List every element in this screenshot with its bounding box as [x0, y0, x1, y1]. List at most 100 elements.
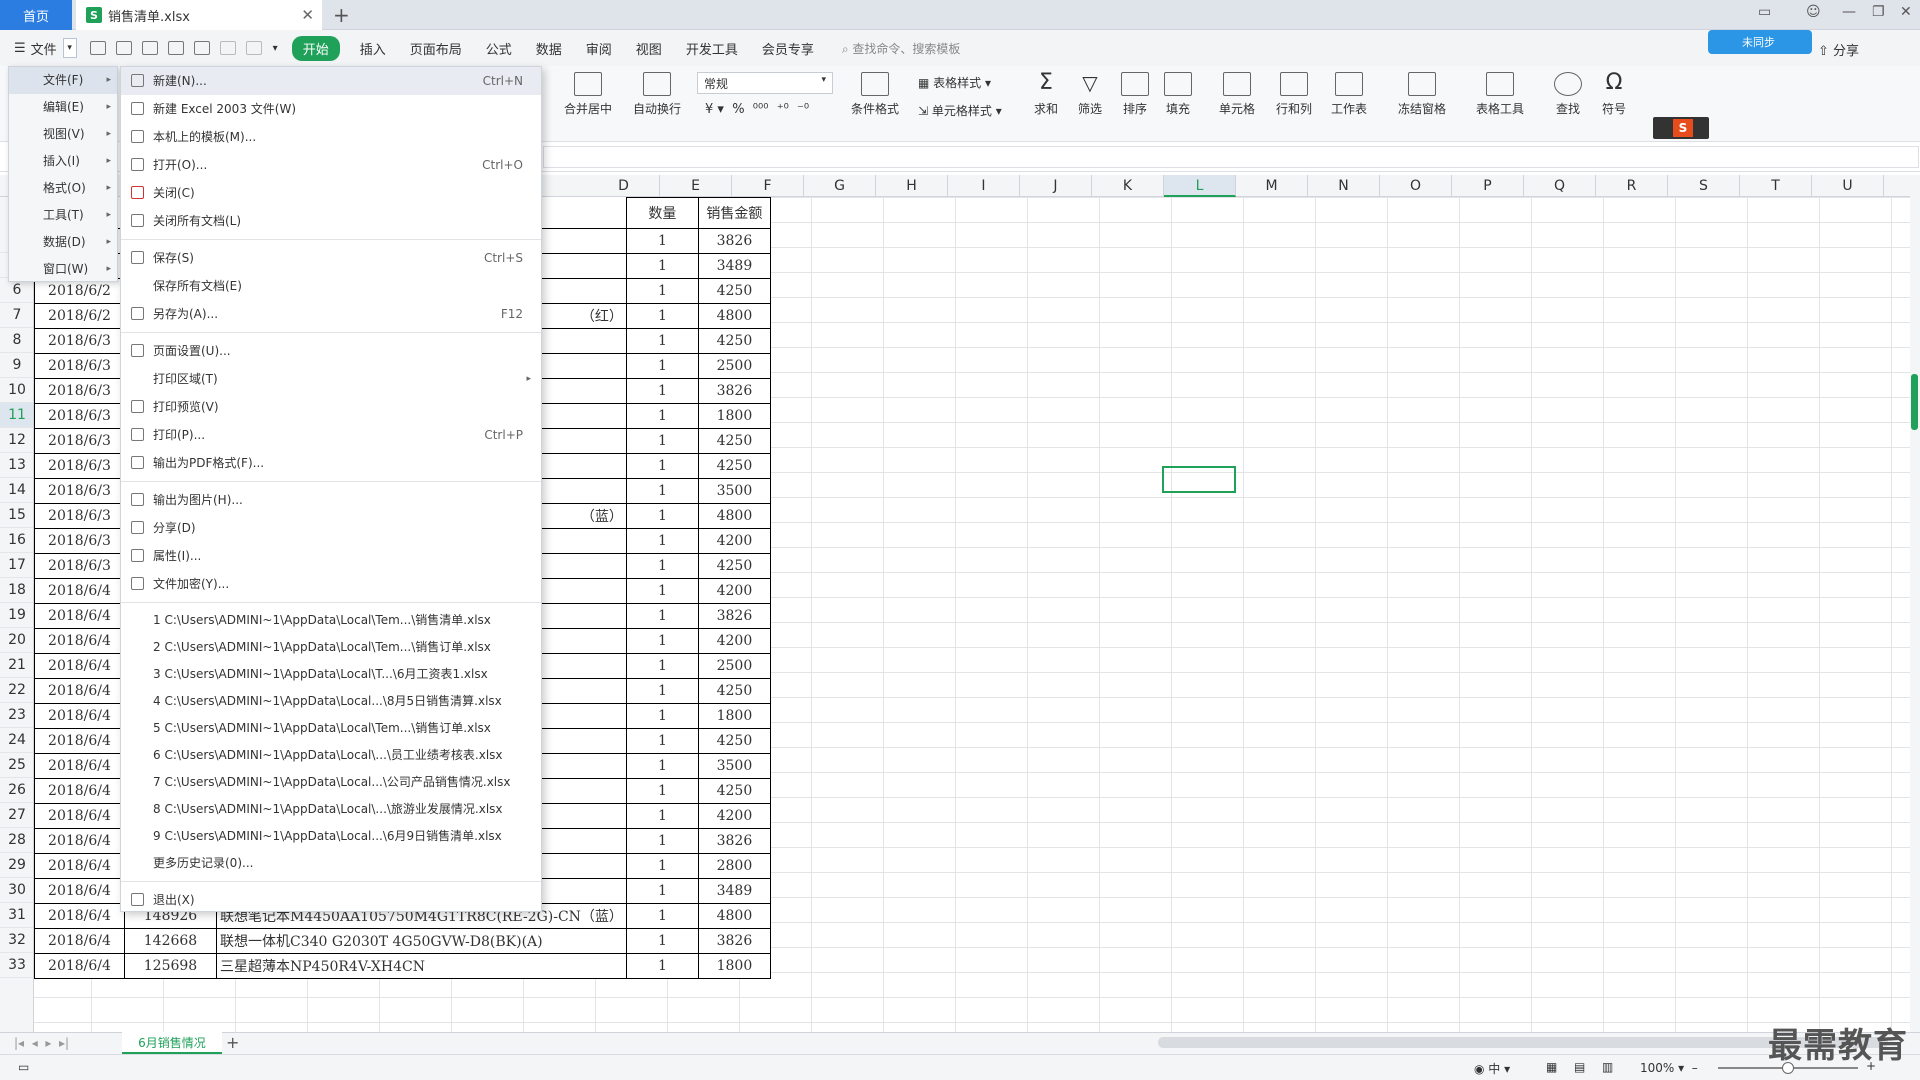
scroll-thumb[interactable] — [1911, 374, 1918, 430]
cell-date[interactable]: 2018/6/3 — [34, 503, 125, 529]
cell-date[interactable]: 2018/6/4 — [34, 628, 125, 654]
cell-qty[interactable]: 1 — [625, 803, 699, 829]
cell-date[interactable]: 2018/6/4 — [34, 903, 125, 929]
cell-qty[interactable]: 1 — [625, 903, 699, 929]
menu-export-pdf[interactable]: 输出为PDF格式(F)... — [121, 449, 541, 477]
cloud-sync-button[interactable]: 未同步 — [1708, 30, 1812, 54]
conditional-format-button[interactable]: 条件格式 — [851, 72, 899, 117]
wrap-text-button[interactable]: 自动换行 — [633, 72, 681, 117]
column-header-cell[interactable]: H — [876, 175, 948, 197]
cell-date[interactable]: 2018/6/3 — [34, 553, 125, 579]
cell-date[interactable]: 2018/6/4 — [34, 828, 125, 854]
menu-more-history[interactable]: 更多历史记录(0)... — [121, 850, 541, 877]
cell-amt[interactable]: 3826 — [697, 228, 771, 254]
row-header-cell[interactable]: 9 — [0, 353, 33, 378]
row-header-cell[interactable]: 13 — [0, 453, 33, 478]
row-header-cell[interactable]: 20 — [0, 628, 33, 653]
cell-amt[interactable]: 4250 — [697, 328, 771, 354]
cell-amt[interactable]: 4250 — [697, 428, 771, 454]
cell-amt[interactable]: 1800 — [697, 703, 771, 729]
cell-date[interactable]: 2018/6/4 — [34, 803, 125, 829]
row-header-cell[interactable]: 14 — [0, 478, 33, 503]
cell-amt[interactable]: 2500 — [697, 653, 771, 679]
classic-menu-item[interactable]: 编辑(E) — [9, 94, 117, 121]
cell-qty[interactable]: 1 — [625, 928, 699, 954]
tab-insert[interactable]: 插入 — [348, 39, 398, 58]
cell-amt[interactable]: 3826 — [697, 378, 771, 404]
tab-developer[interactable]: 开发工具 — [674, 39, 750, 58]
cell-date[interactable]: 2018/6/4 — [34, 878, 125, 904]
cell-date[interactable]: 2018/6/3 — [34, 353, 125, 379]
tab-formulas[interactable]: 公式 — [474, 39, 524, 58]
file-menu-button[interactable]: ☰ 文件 ▾ — [0, 35, 85, 61]
find-button[interactable]: 查找 — [1554, 72, 1582, 117]
menu-save-as[interactable]: 另存为(A)... F12 — [121, 300, 541, 328]
menu-template[interactable]: 本机上的模板(M)... — [121, 123, 541, 151]
share-button[interactable]: ⇧ 分享 — [1818, 40, 1859, 59]
cell-amt[interactable]: 4800 — [697, 903, 771, 929]
column-header-cell[interactable]: J — [1020, 175, 1092, 197]
rows-cols-button[interactable]: 行和列 — [1276, 72, 1312, 117]
cell-qty[interactable]: 1 — [625, 753, 699, 779]
cell-amt[interactable]: 3826 — [697, 928, 771, 954]
sum-button[interactable]: Σ 求和 — [1032, 72, 1060, 117]
cell-qty[interactable]: 1 — [625, 253, 699, 279]
table-style-button[interactable]: ▦ 表格样式 ▾ — [918, 74, 991, 91]
cell-date[interactable]: 2018/6/4 — [34, 778, 125, 804]
cell-amt[interactable]: 4200 — [697, 803, 771, 829]
row-header-cell[interactable]: 12 — [0, 428, 33, 453]
cell-amt[interactable]: 3500 — [697, 753, 771, 779]
cell-qty[interactable]: 1 — [625, 678, 699, 704]
column-header-cell[interactable]: D — [588, 175, 660, 197]
recent-file-item[interactable]: 7 C:\Users\ADMINI~1\AppData\Local...\公司产… — [121, 769, 541, 796]
cell-qty[interactable]: 1 — [625, 228, 699, 254]
close-window-icon[interactable]: ✕ — [1900, 4, 1912, 20]
classic-menu-item[interactable]: 视图(V) — [9, 121, 117, 148]
cell-qty[interactable]: 1 — [625, 453, 699, 479]
cell-qty[interactable]: 1 — [625, 728, 699, 754]
normal-view-icon[interactable]: ▦ — [1546, 1060, 1557, 1074]
row-header-cell[interactable]: 23 — [0, 703, 33, 728]
recent-file-item[interactable]: 6 C:\Users\ADMINI~1\AppData\Local\...\员工… — [121, 742, 541, 769]
recent-file-item[interactable]: 9 C:\Users\ADMINI~1\AppData\Local...\6月9… — [121, 823, 541, 850]
classic-menu-item[interactable]: 插入(I) — [9, 148, 117, 175]
cell-amt[interactable]: 2800 — [697, 853, 771, 879]
minimize-icon[interactable]: — — [1842, 4, 1856, 20]
avatar[interactable]: ☺ — [1806, 4, 1821, 20]
cell-qty[interactable]: 1 — [625, 703, 699, 729]
row-header-cell[interactable]: 11 — [0, 403, 33, 428]
ime-toolbar[interactable]: S — [1653, 117, 1709, 139]
cell-amt[interactable]: 4250 — [697, 553, 771, 579]
cell-date[interactable]: 2018/6/4 — [34, 953, 125, 979]
recent-file-item[interactable]: 1 C:\Users\ADMINI~1\AppData\Local\Tem...… — [121, 607, 541, 634]
row-header-cell[interactable]: 10 — [0, 378, 33, 403]
freeze-panes-button[interactable]: 冻结窗格 — [1398, 72, 1446, 117]
row-header-cell[interactable]: 28 — [0, 828, 33, 853]
number-format-buttons[interactable]: ¥ ▾ % ⁰⁰⁰ ⁺⁰ ⁻⁰ — [705, 102, 809, 117]
sheet-tab[interactable]: 6月销售情况 — [122, 1032, 222, 1054]
cell-name[interactable]: 三星超薄本NP450R4V-XH4CN — [216, 953, 627, 979]
cell-qty[interactable]: 1 — [625, 828, 699, 854]
filter-button[interactable]: ▽ 筛选 — [1076, 72, 1104, 117]
cell-qty[interactable]: 1 — [625, 378, 699, 404]
cell-amt[interactable]: 2500 — [697, 353, 771, 379]
column-header-cell[interactable]: N — [1308, 175, 1380, 197]
menu-encrypt[interactable]: 文件加密(Y)... — [121, 570, 541, 598]
menu-save-all[interactable]: 保存所有文档(E) — [121, 272, 541, 300]
cell-amt[interactable]: 4800 — [697, 303, 771, 329]
column-header-cell[interactable]: K — [1092, 175, 1164, 197]
cell-amt[interactable]: 3500 — [697, 478, 771, 504]
qty-header[interactable]: 数量 — [625, 197, 699, 229]
add-sheet-icon[interactable]: + — [226, 1033, 239, 1052]
column-header-cell[interactable]: I — [948, 175, 1020, 197]
cell-date[interactable]: 2018/6/3 — [34, 453, 125, 479]
menu-export-image[interactable]: 输出为图片(H)... — [121, 486, 541, 514]
cell-style-button[interactable]: ⇲ 单元格样式 ▾ — [918, 102, 1002, 119]
cell-date[interactable]: 2018/6/4 — [34, 678, 125, 704]
cell-amt[interactable]: 4200 — [697, 528, 771, 554]
cell-qty[interactable]: 1 — [625, 953, 699, 979]
cell-date[interactable]: 2018/6/3 — [34, 403, 125, 429]
close-icon[interactable]: ✕ — [301, 6, 314, 24]
row-header-cell[interactable]: 17 — [0, 553, 33, 578]
add-tab-icon[interactable]: + — [333, 3, 350, 27]
